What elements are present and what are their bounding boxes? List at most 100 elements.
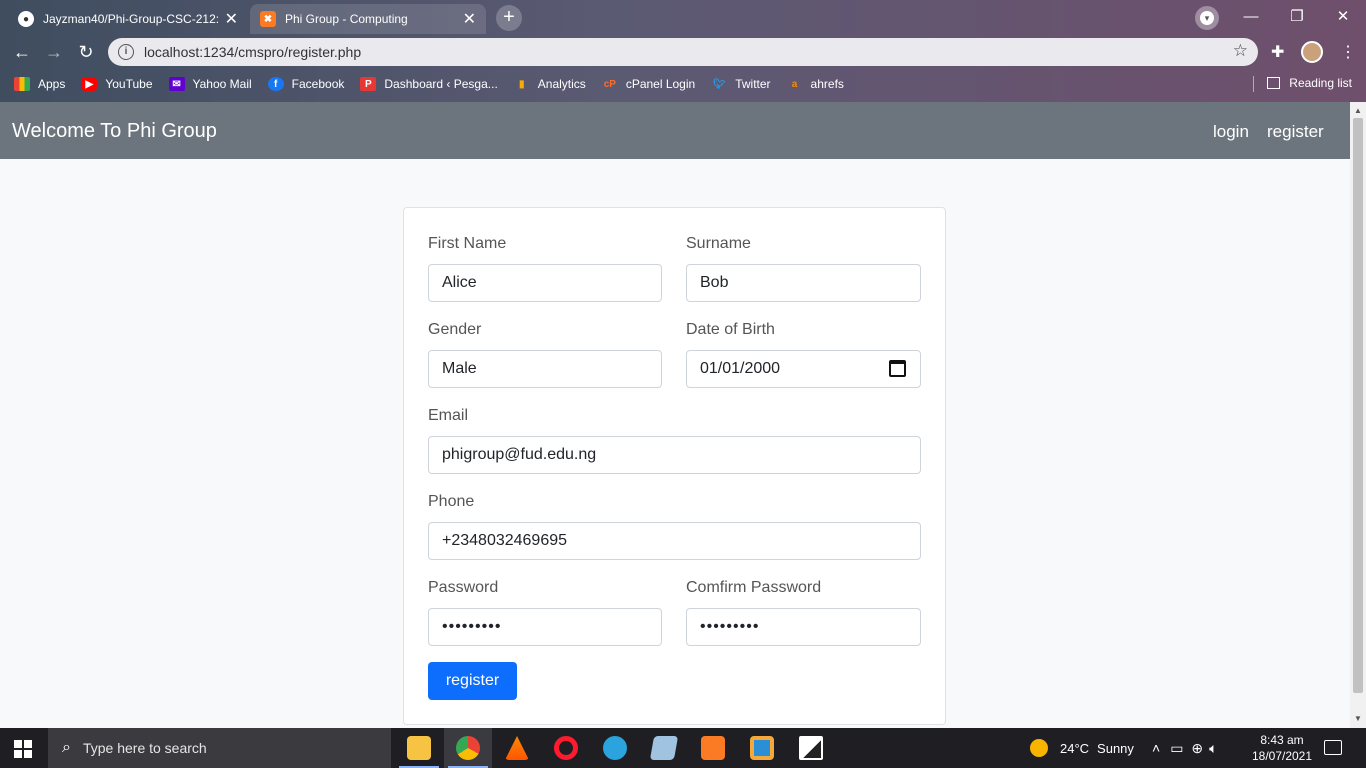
chrome-icon: [456, 736, 480, 760]
bookmark-label: Twitter: [735, 77, 771, 91]
bookmark-analytics[interactable]: ▮ Analytics: [514, 77, 586, 91]
calendar-icon[interactable]: [889, 360, 906, 377]
chevron-up-icon[interactable]: ˄: [1152, 740, 1160, 756]
xampp-icon: ✖: [260, 11, 276, 27]
tab-github[interactable]: ● Jayzman40/Phi-Group-CSC-212: ✕: [8, 4, 248, 34]
weather-temp: 24°C: [1060, 740, 1090, 756]
profile-avatar[interactable]: [1301, 41, 1323, 63]
bookmark-yahoo-mail[interactable]: ✉ Yahoo Mail: [168, 77, 252, 91]
phone-input[interactable]: +2348032469695: [428, 522, 921, 560]
bookmark-apps[interactable]: Apps: [14, 77, 65, 91]
opera-app[interactable]: [542, 728, 590, 768]
bookmark-ahrefs[interactable]: a ahrefs: [787, 77, 844, 91]
bookmark-star-icon[interactable]: ☆: [1233, 41, 1248, 61]
nav-login-link[interactable]: login: [1213, 122, 1249, 142]
dob-input[interactable]: 01/01/2000: [686, 350, 921, 388]
scroll-down-arrow-icon[interactable]: ▼: [1354, 714, 1362, 723]
confirm-password-input[interactable]: •••••••••: [686, 608, 921, 646]
photos-icon: [799, 736, 823, 760]
bookmark-label: Apps: [38, 77, 66, 91]
password-label: Password: [428, 579, 499, 596]
telegram-app[interactable]: [591, 728, 639, 768]
menu-dots-icon[interactable]: ⋮: [1340, 42, 1356, 62]
web-page: Welcome To Phi Group login register Firs…: [0, 102, 1350, 728]
url-text: localhost:1234/cmspro/register.php: [144, 44, 362, 60]
reading-list-icon: [1267, 77, 1281, 89]
dob-value: 01/01/2000: [700, 360, 781, 377]
tab-strip: ● Jayzman40/Phi-Group-CSC-212: ✕ ✖ Phi G…: [0, 0, 1366, 34]
clock-time: 8:43 am: [1260, 733, 1304, 747]
twitter-icon: 🐦︎: [712, 78, 726, 90]
bookmark-dashboard[interactable]: P Dashboard ‹ Pesga...: [360, 77, 498, 91]
scroll-up-arrow-icon[interactable]: ▲: [1354, 106, 1362, 115]
bookmark-label: Dashboard ‹ Pesga...: [384, 77, 498, 91]
reading-list-button[interactable]: Reading list: [1267, 76, 1352, 90]
vscode-app[interactable]: [738, 728, 786, 768]
first-name-input[interactable]: Alice: [428, 264, 662, 302]
tab-search-button[interactable]: ▾: [1195, 6, 1219, 30]
back-button[interactable]: ←: [10, 40, 34, 64]
battery-icon[interactable]: ▭: [1170, 740, 1183, 757]
bookmark-cpanel[interactable]: cP cPanel Login: [602, 77, 696, 91]
xampp-icon: [701, 736, 725, 760]
window-close-button[interactable]: ✕: [1320, 4, 1366, 30]
bookmark-youtube[interactable]: ▶ YouTube: [81, 77, 153, 91]
close-icon[interactable]: ✕: [463, 9, 476, 29]
notepad-icon: [649, 736, 679, 760]
password-input[interactable]: •••••••••: [428, 608, 662, 646]
weather-condition: Sunny: [1097, 740, 1134, 756]
forward-button[interactable]: →: [42, 40, 66, 64]
tab-title: Jayzman40/Phi-Group-CSC-212:: [43, 12, 219, 26]
facebook-icon: f: [267, 77, 284, 91]
network-globe-icon[interactable]: ⊕: [1191, 740, 1203, 757]
bookmark-label: Yahoo Mail: [192, 77, 252, 91]
code-editor-icon: [750, 736, 774, 760]
bookmark-label: Analytics: [537, 77, 586, 91]
windows-start-icon[interactable]: [14, 740, 32, 758]
nav-register-link[interactable]: register: [1267, 122, 1324, 142]
register-button[interactable]: register: [428, 662, 517, 700]
notepad-app[interactable]: [640, 728, 688, 768]
restore-button[interactable]: ❐: [1274, 4, 1320, 30]
page-scrollbar[interactable]: ▲ ▼: [1350, 102, 1366, 728]
chrome-app[interactable]: [444, 728, 492, 768]
notifications-icon[interactable]: [1324, 740, 1342, 755]
reload-button[interactable]: ↻: [74, 40, 98, 64]
opera-icon: [554, 736, 578, 760]
tab-phi-group[interactable]: ✖ Phi Group - Computing ✕: [250, 4, 486, 34]
clock-date: 18/07/2021: [1251, 749, 1313, 763]
bookmarks-divider: [1253, 76, 1254, 92]
bookmark-label: Facebook: [291, 77, 345, 91]
phone-label: Phone: [428, 493, 475, 510]
sun-icon: [1030, 739, 1048, 757]
xampp-app[interactable]: [689, 728, 737, 768]
bookmark-twitter[interactable]: 🐦︎ Twitter: [711, 77, 771, 91]
close-icon[interactable]: ✕: [225, 9, 238, 29]
bookmark-facebook[interactable]: f Facebook: [267, 77, 345, 91]
new-tab-button[interactable]: +: [496, 5, 522, 31]
volume-icon[interactable]: 🔈︎: [1209, 740, 1217, 757]
reading-list-label: Reading list: [1289, 76, 1352, 90]
bookmarks-bar: Apps ▶ YouTube ✉ Yahoo Mail f Facebook P…: [0, 70, 1366, 98]
photos-app[interactable]: [787, 728, 835, 768]
taskbar-clock[interactable]: 8:43 am 18/07/2021: [1248, 732, 1316, 764]
taskbar-search[interactable]: ⌕ Type here to search: [48, 728, 391, 768]
windows-taskbar: ⌕ Type here to search 24°C Sunny ˄ ▭ ⊕ 🔈…: [0, 728, 1366, 768]
address-bar[interactable]: i localhost:1234/cmspro/register.php ☆: [108, 38, 1258, 66]
gender-input[interactable]: Male: [428, 350, 662, 388]
weather-widget[interactable]: 24°C Sunny: [1030, 728, 1134, 768]
extensions-puzzle-icon[interactable]: ✚: [1271, 42, 1284, 62]
scrollbar-thumb[interactable]: [1353, 118, 1363, 693]
email-input[interactable]: phigroup@fud.edu.ng: [428, 436, 921, 474]
info-icon[interactable]: i: [118, 44, 134, 60]
ahrefs-icon: a: [791, 78, 798, 90]
minimize-button[interactable]: —: [1228, 4, 1274, 30]
site-brand[interactable]: Welcome To Phi Group: [12, 120, 217, 143]
surname-input[interactable]: Bob: [686, 264, 921, 302]
chevron-down-icon: ▾: [1200, 11, 1214, 25]
bookmark-label: YouTube: [105, 77, 153, 91]
folder-icon: [407, 736, 431, 760]
browser-toolbar: ← → ↻ i localhost:1234/cmspro/register.p…: [0, 34, 1366, 70]
vlc-app[interactable]: [493, 728, 541, 768]
file-explorer-app[interactable]: [395, 728, 443, 768]
